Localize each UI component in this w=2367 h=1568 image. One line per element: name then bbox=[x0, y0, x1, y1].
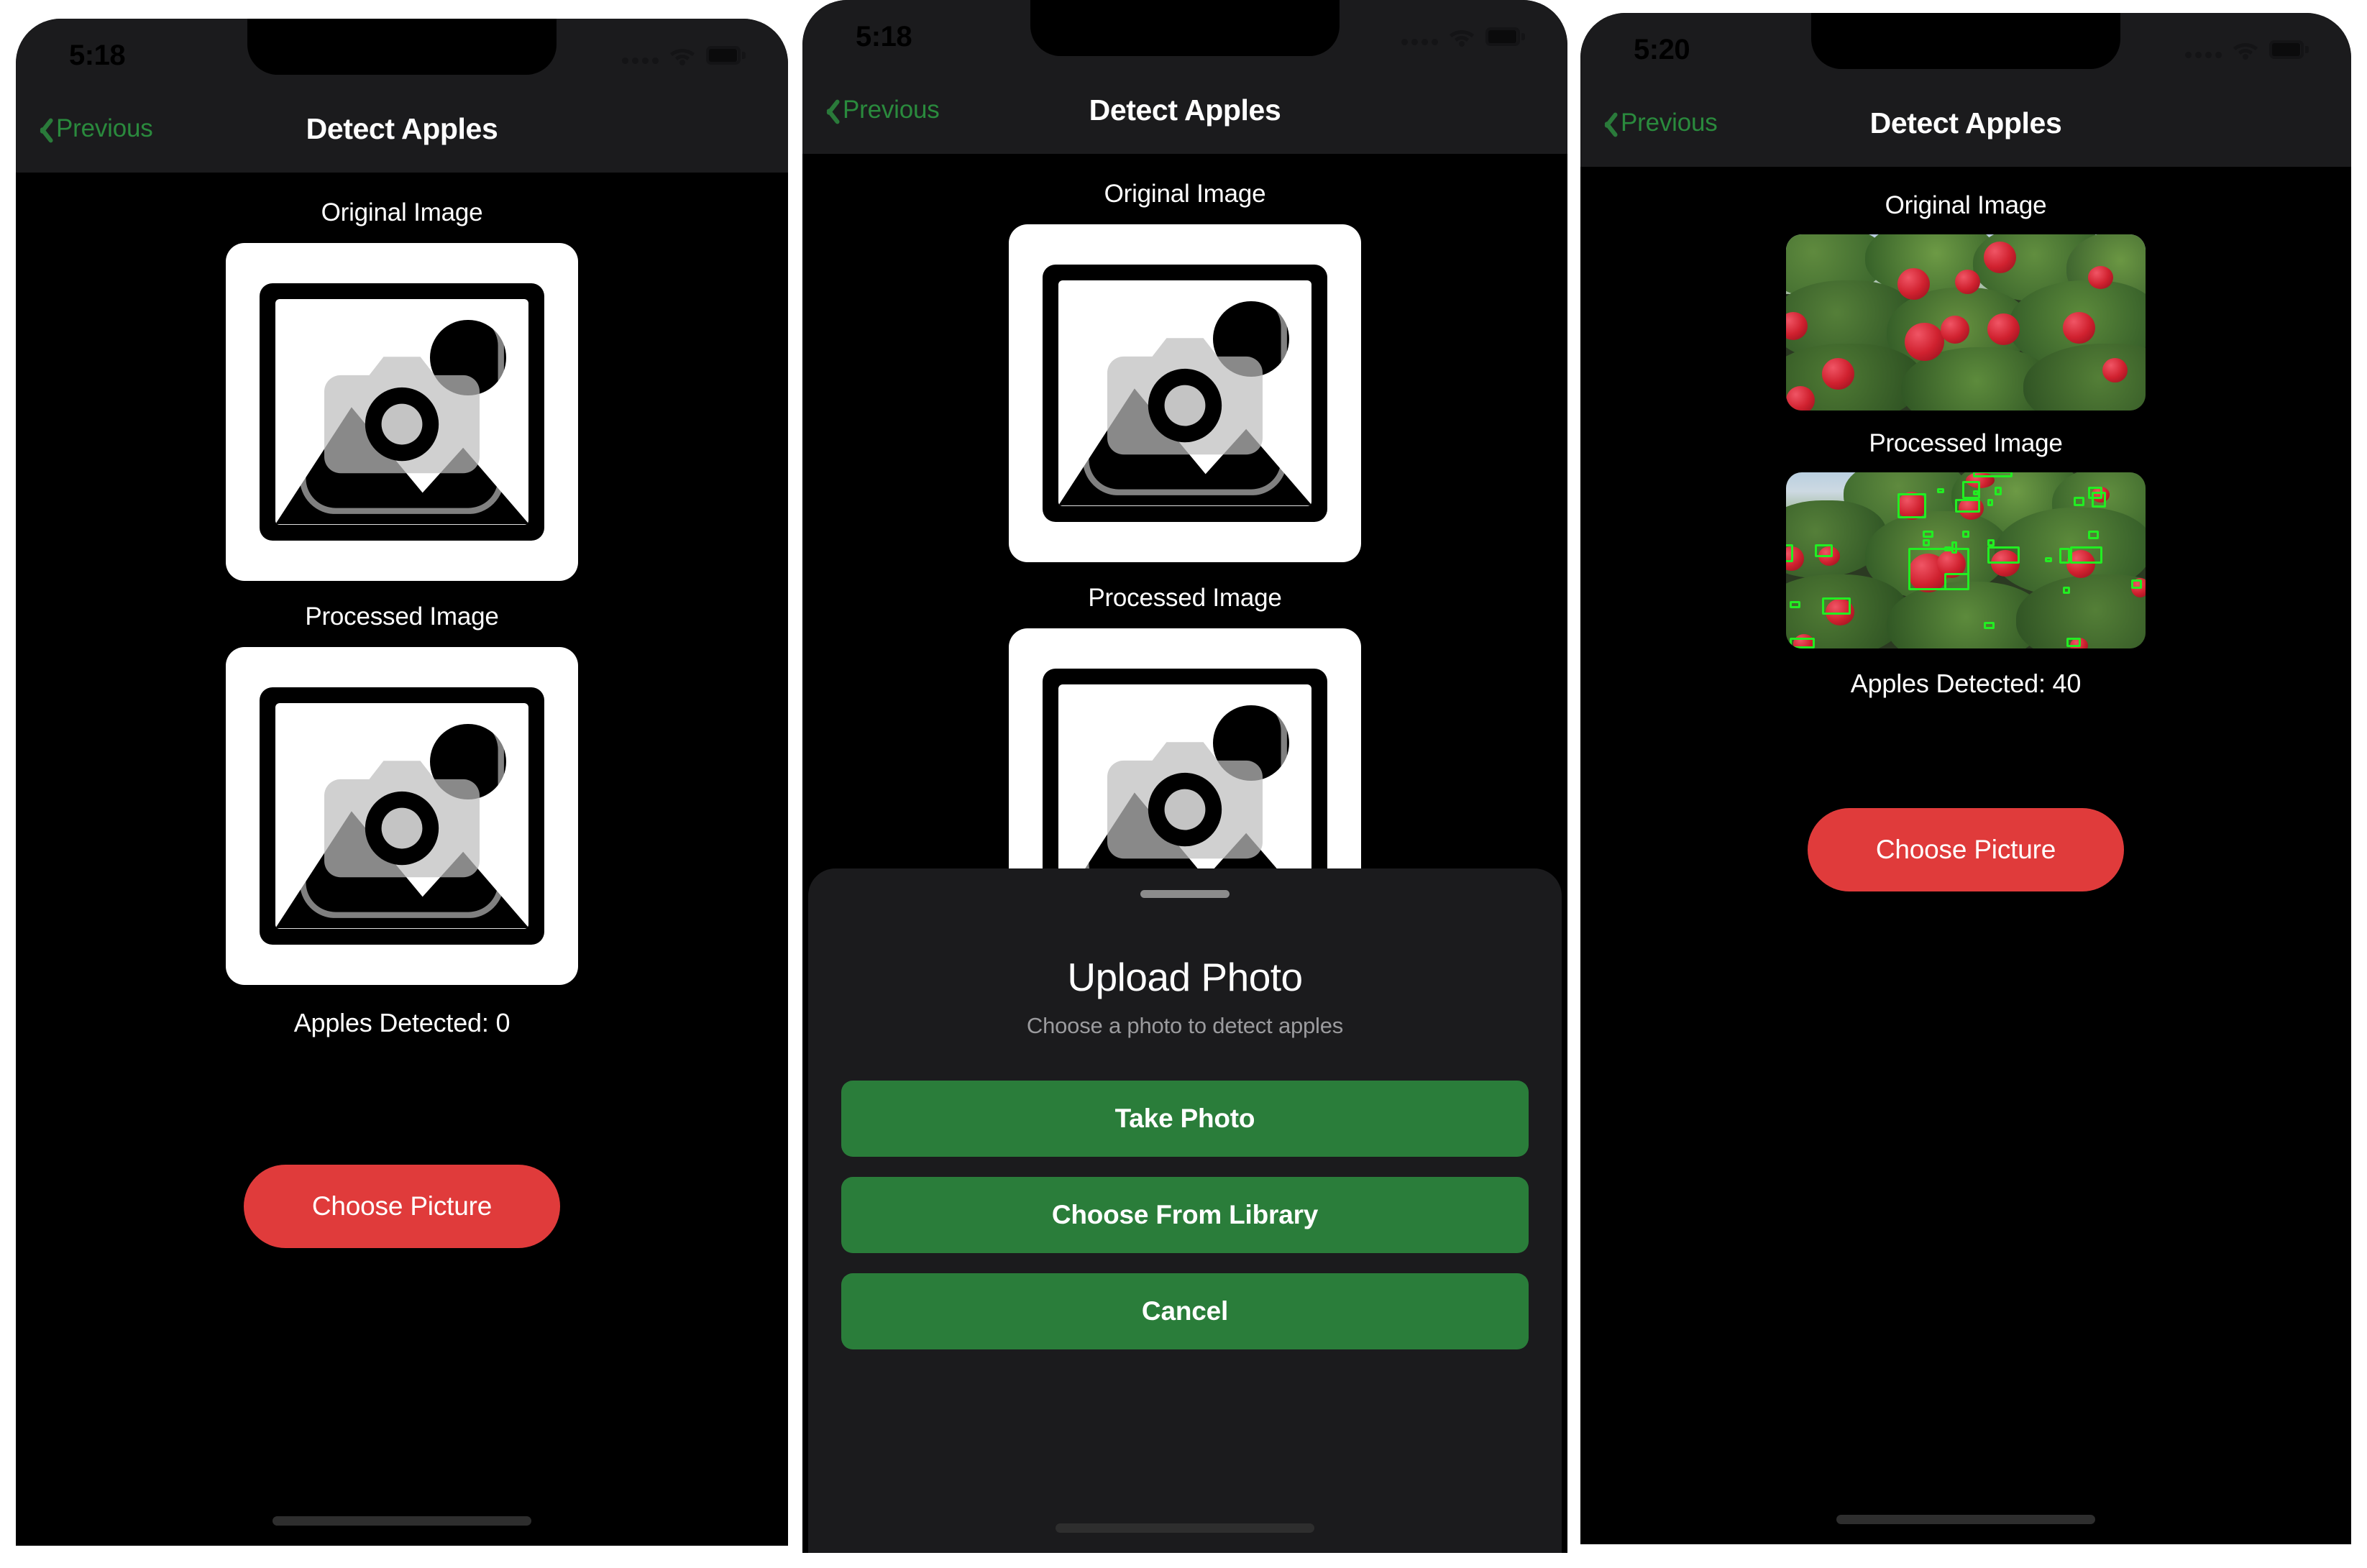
back-button[interactable]: Previous bbox=[1598, 108, 1718, 138]
content-area: Original Image Processed Image Apples De… bbox=[1580, 167, 2351, 1544]
detection-box bbox=[1973, 490, 1979, 495]
cellular-signal-icon bbox=[622, 47, 659, 64]
top-bar: 5:20 Previous Detect Apples bbox=[1580, 13, 2351, 167]
apples-detected-count: Apples Detected: 0 bbox=[293, 1008, 511, 1037]
detection-box bbox=[2092, 491, 2106, 508]
home-indicator[interactable] bbox=[1056, 1523, 1314, 1533]
content-area: Original Image Processed Image bbox=[16, 173, 788, 1546]
screenshot-board: 5:18 Previous Detect Apples Original Ima… bbox=[0, 0, 2367, 1568]
sheet-subtitle: Choose a photo to detect apples bbox=[1026, 1013, 1344, 1038]
status-time: 5:18 bbox=[69, 40, 126, 71]
original-image-photo[interactable] bbox=[1786, 234, 2146, 411]
original-image-label: Original Image bbox=[1885, 191, 2047, 219]
cancel-button[interactable]: Cancel bbox=[841, 1273, 1529, 1349]
status-bar: 5:18 bbox=[16, 19, 788, 76]
detection-box bbox=[1937, 488, 1944, 494]
detection-box bbox=[1955, 498, 1980, 513]
back-button[interactable]: Previous bbox=[33, 114, 153, 144]
take-photo-button[interactable]: Take Photo bbox=[841, 1081, 1529, 1157]
home-indicator[interactable] bbox=[273, 1516, 531, 1526]
detection-box bbox=[1987, 546, 2020, 564]
status-time: 5:20 bbox=[1634, 34, 1690, 65]
nav-bar: Previous Detect Apples bbox=[16, 85, 788, 173]
processed-image-label: Processed Image bbox=[305, 602, 499, 631]
status-icons bbox=[2185, 24, 2309, 60]
wifi-icon bbox=[670, 49, 695, 65]
wifi-icon bbox=[2233, 43, 2258, 60]
detection-box bbox=[1984, 622, 1995, 630]
detection-box bbox=[2045, 556, 2052, 562]
detection-box bbox=[1995, 486, 2002, 495]
camera-icon bbox=[299, 309, 505, 515]
detection-box bbox=[1790, 600, 1800, 608]
sheet-grabber[interactable] bbox=[1140, 890, 1230, 898]
processed-image-photo[interactable] bbox=[1786, 472, 2146, 648]
choose-picture-button[interactable]: Choose Picture bbox=[1808, 808, 2124, 891]
battery-icon bbox=[2269, 40, 2309, 59]
detection-box bbox=[1790, 638, 1815, 648]
battery-icon bbox=[706, 46, 746, 65]
processed-image-placeholder[interactable] bbox=[226, 647, 578, 985]
cellular-signal-icon bbox=[2185, 41, 2222, 58]
status-icons bbox=[622, 29, 746, 65]
sheet-title: Upload Photo bbox=[1067, 955, 1303, 999]
detection-box bbox=[2088, 530, 2099, 540]
detection-box bbox=[2059, 548, 2070, 564]
detection-box bbox=[1987, 539, 1995, 546]
detection-box bbox=[2070, 546, 2102, 564]
status-bar: 5:20 bbox=[1580, 13, 2351, 70]
detection-box bbox=[1815, 544, 1833, 557]
detection-box bbox=[1987, 498, 1993, 506]
camera-icon bbox=[299, 713, 505, 919]
phone-screen-result-state: 5:20 Previous Detect Apples Original Ima… bbox=[1580, 13, 2351, 1544]
nav-bar: Previous Detect Apples bbox=[1580, 79, 2351, 167]
home-indicator[interactable] bbox=[1836, 1515, 2095, 1524]
original-image-placeholder[interactable] bbox=[226, 243, 578, 581]
chevron-left-icon bbox=[33, 114, 52, 144]
detection-box bbox=[1822, 597, 1851, 615]
detection-box bbox=[1897, 493, 1926, 518]
detection-box bbox=[2074, 497, 2084, 506]
detection-box bbox=[1923, 539, 1930, 546]
chevron-left-icon bbox=[1598, 108, 1616, 138]
processed-image-label: Processed Image bbox=[1869, 429, 2063, 457]
original-image-label: Original Image bbox=[321, 198, 483, 226]
detection-box bbox=[1962, 530, 1969, 538]
detection-box bbox=[2063, 587, 2070, 595]
apples-detected-count: Apples Detected: 40 bbox=[1850, 669, 2082, 698]
top-bar: 5:18 Previous Detect Apples bbox=[16, 19, 788, 173]
detection-box bbox=[1973, 472, 2013, 478]
choose-from-library-button[interactable]: Choose From Library bbox=[841, 1177, 1529, 1253]
detection-box bbox=[1786, 544, 1793, 562]
upload-photo-sheet: Upload Photo Choose a photo to detect ap… bbox=[808, 868, 1562, 1553]
back-button-label: Previous bbox=[1621, 109, 1718, 137]
back-button-label: Previous bbox=[56, 114, 153, 142]
detection-box bbox=[2066, 638, 2081, 647]
detection-box bbox=[1944, 572, 1969, 591]
detection-box bbox=[2131, 579, 2142, 589]
detection-box bbox=[1923, 530, 1933, 538]
phone-screen-upload-sheet: 5:18 Previous Detect Apples Original Ima… bbox=[802, 0, 1567, 1553]
phone-screen-empty-state: 5:18 Previous Detect Apples Original Ima… bbox=[16, 19, 788, 1546]
choose-picture-button[interactable]: Choose Picture bbox=[244, 1165, 560, 1248]
